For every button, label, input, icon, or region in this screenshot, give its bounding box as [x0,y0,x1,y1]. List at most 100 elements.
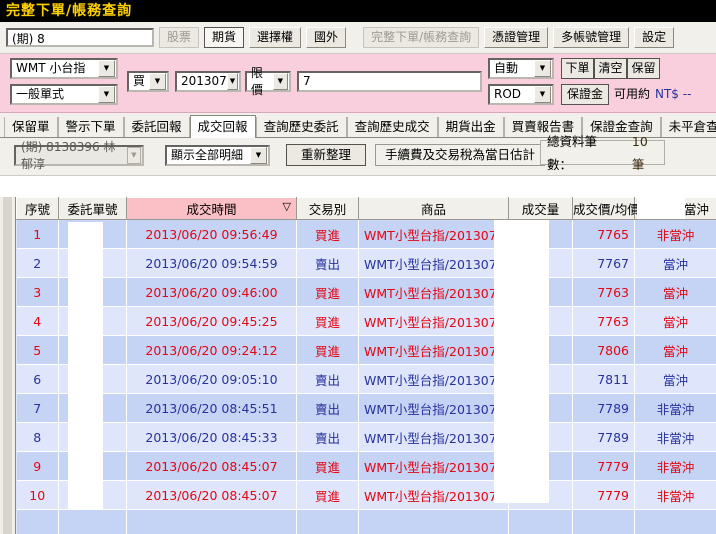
total-count-value: 10筆 [631,133,648,172]
refresh-button[interactable]: 重新整理 [286,144,366,166]
chevron-down-icon: ▼ [534,60,551,77]
tab-order-report[interactable]: 委託回報 [123,117,190,137]
tab-fill-report[interactable]: 成交回報 [189,115,256,138]
col-header-product[interactable]: 商品 [358,197,509,220]
detail-mode-select[interactable]: 顯示全部明細 ▼ [165,145,270,166]
table-row[interactable]: 2x2013/06/20 09:54:59賣出WMT小型台指/201307776… [16,248,716,278]
side-select[interactable]: 買 ▼ [127,71,169,92]
col-header-qty[interactable]: 成交量 [508,197,573,220]
table-row[interactable]: 6x2013/06/20 09:05:10賣出WMT小型台指/201307781… [16,364,716,394]
tab-hold-orders[interactable]: 保留單 [4,117,58,137]
product-select[interactable]: WMT 小台指 ▼ [10,58,118,79]
hold-order-button[interactable]: 保留 [627,58,660,79]
top-nav-strip: (期) 8 股票 期貨 選擇權 國外 完整下單/帳務查詢 憑證管理 多帳號管理 … [0,22,716,54]
clear-order-button[interactable]: 清空 [594,58,627,79]
cell-price: 7767 [572,248,635,278]
cell-daytrade: 非當沖 [634,393,716,423]
cell-price: 7779 [572,480,635,510]
cell-seq: 7 [16,393,59,423]
time-in-force-select[interactable]: ROD ▼ [488,84,554,105]
table-row[interactable]: 9x2013/06/20 08:45:07買進WMT小型台指/201307777… [16,451,716,481]
cell-product: WMT小型台指/201307 [358,219,509,249]
price-input[interactable]: 7 [297,71,482,92]
account-input[interactable]: (期) 8 [6,28,154,47]
cell-side: 賣出 [296,364,359,394]
nav-button-multi-acct[interactable]: 多帳號管理 [553,27,630,48]
cell-daytrade: 當沖 [634,277,716,307]
col-header-fill-time[interactable]: 成交時間 ▽ [126,197,297,220]
total-count-box: 總資料筆數： 10筆 [540,134,665,172]
extra-privacy-mask [637,197,685,219]
table-row[interactable]: 3x2013/06/20 09:46:00買進WMT小型台指/201307776… [16,277,716,307]
tab-history-fills[interactable]: 查詢歷史成交 [346,117,438,137]
chevron-down-icon: ▼ [98,86,115,103]
cell-empty [634,509,716,534]
table-row[interactable]: 5x2013/06/20 09:24:12買進WMT小型台指/201307780… [16,335,716,365]
cell-daytrade: 非當沖 [634,451,716,481]
cell-seq: 5 [16,335,59,365]
table-row[interactable]: 7x2013/06/20 08:45:51賣出WMT小型台指/201307778… [16,393,716,423]
cell-daytrade: 當沖 [634,306,716,336]
nav-button-full-order[interactable]: 完整下單/帳務查詢 [363,27,480,48]
available-value: NT$ -- [655,87,692,101]
cell-side: 買進 [296,306,359,336]
chevron-down-icon: ▼ [250,147,267,164]
cell-empty [572,509,635,534]
chevron-down-icon: ▼ [126,147,141,164]
cell-side: 買進 [296,219,359,249]
scrollbar-trough[interactable] [3,197,12,534]
price-type-select[interactable]: 限價 ▼ [245,66,291,97]
cell-price: 7806 [572,335,635,365]
cell-time: 2013/06/20 09:24:12 [126,335,297,365]
cell-product: WMT小型台指/201307 [358,306,509,336]
col-header-fill-time-label: 成交時間 [186,202,237,217]
cell-seq: 6 [16,364,59,394]
cell-side: 買進 [296,451,359,481]
available-label: 可用約 [614,87,651,101]
nav-button-cert-mgmt[interactable]: 憑證管理 [484,27,549,48]
qty-mode-select[interactable]: 自動 ▼ [488,58,554,79]
col-header-seq[interactable]: 序號 [16,197,59,220]
margin-button[interactable]: 保證金 [561,84,609,105]
col-header-price[interactable]: 成交價/均價 [572,197,640,220]
cell-daytrade: 非當沖 [634,422,716,452]
send-order-button[interactable]: 下單 [561,58,594,79]
grid-viewport: 序號 委託單號 成交時間 ▽ 交易別 商品 成交量 成交價/均價 當沖/非當沖 … [16,197,716,534]
nav-button-stock[interactable]: 股票 [159,27,200,48]
nav-button-settings[interactable]: 設定 [634,27,675,48]
tab-alert-orders[interactable]: 警示下單 [57,117,124,137]
window-title: 完整下單/帳務查詢 [0,0,716,22]
cell-time: 2013/06/20 09:05:10 [126,364,297,394]
table-row[interactable]: 8x2013/06/20 08:45:33賣出WMT小型台指/201307778… [16,422,716,452]
col-header-side[interactable]: 交易別 [296,197,359,220]
tab-futures-payout[interactable]: 期貨出金 [437,117,504,137]
col-header-order-no[interactable]: 委託單號 [58,197,127,220]
cell-product: WMT小型台指/201307 [358,248,509,278]
table-row[interactable]: 4x2013/06/20 09:45:25買進WMT小型台指/201307776… [16,306,716,336]
account-select[interactable]: (期) 8138396 林郁淳 ▼ [14,140,144,171]
filter-bar: (期) 8138396 林郁淳 ▼ 顯示全部明細 ▼ 重新整理 手續費及交易稅為… [0,134,716,176]
tab-history-orders[interactable]: 查詢歷史委託 [255,117,347,137]
cell-empty [358,509,509,534]
order-type-value: 一般單式 [16,87,65,101]
table-row[interactable]: 1x2013/06/20 09:56:49買進WMT小型台指/201307776… [16,219,716,249]
order-type-select[interactable]: 一般單式 ▼ [10,84,118,105]
table-row[interactable]: 10x2013/06/20 08:45:07買進WMT小型台指/20130777… [16,480,716,510]
cell-price: 7763 [572,306,635,336]
fill-report-grid: 序號 委託單號 成交時間 ▽ 交易別 商品 成交量 成交價/均價 當沖/非當沖 … [0,197,716,534]
nav-button-futures[interactable]: 期貨 [204,27,245,48]
cell-product: WMT小型台指/201307 [358,277,509,307]
nav-button-overseas[interactable]: 國外 [306,27,347,48]
cell-seq: 4 [16,306,59,336]
cell-daytrade: 當沖 [634,335,716,365]
cell-side: 賣出 [296,248,359,278]
cell-time: 2013/06/20 09:56:49 [126,219,297,249]
nav-button-options[interactable]: 選擇權 [249,27,302,48]
account-select-value: (期) 8138396 林郁淳 [21,139,116,171]
contract-select[interactable]: 201307 ▼ [175,71,241,92]
cell-side: 賣出 [296,393,359,423]
price-type-value: 限價 [251,65,264,97]
tab-open-positions[interactable]: 未平倉查詢 [660,117,716,137]
vertical-scrollbar[interactable] [0,197,16,534]
table-body: 1x2013/06/20 09:56:49買進WMT小型台指/201307776… [16,219,716,534]
